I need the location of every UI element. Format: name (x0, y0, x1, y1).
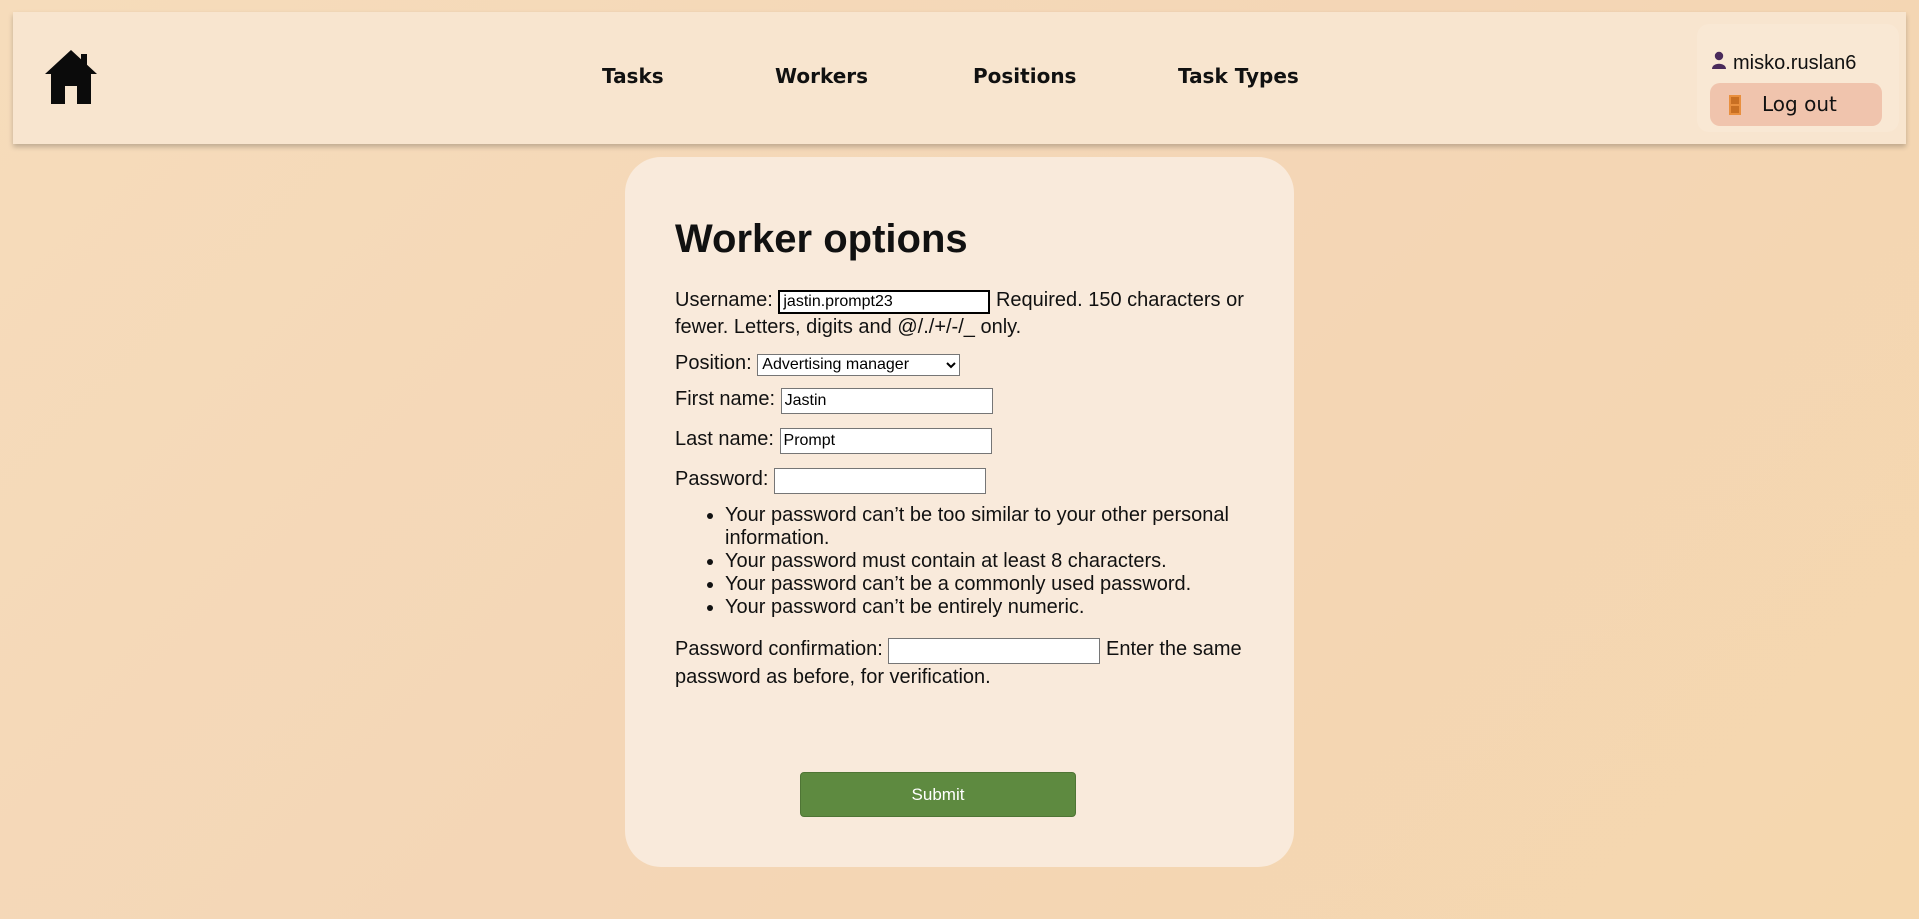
password-help-list: Your password can’t be too similar to yo… (675, 504, 1255, 619)
username-input[interactable] (778, 290, 991, 314)
username-row: Username: Required. 150 characters or fe… (675, 287, 1255, 340)
user-icon (1711, 51, 1727, 75)
last-name-input[interactable] (779, 428, 992, 454)
position-select[interactable]: Advertising manager (757, 353, 961, 376)
nav-task-types-link[interactable]: Task Types (1178, 64, 1299, 88)
password-confirmation-label: Password confirmation: (675, 638, 883, 660)
last-name-row: Last name: (675, 426, 1255, 454)
current-user: misko.ruslan6 (1711, 50, 1856, 76)
password-confirmation-input[interactable] (888, 638, 1101, 664)
password-help-item: Your password can’t be too similar to yo… (725, 504, 1255, 550)
username-label: Username: (675, 289, 773, 311)
password-help-item: Your password must contain at least 8 ch… (725, 550, 1255, 573)
logout-button[interactable]: Log out (1710, 83, 1882, 126)
nav-workers-link[interactable]: Workers (775, 64, 868, 88)
password-input[interactable] (773, 468, 986, 494)
last-name-label: Last name: (675, 428, 774, 450)
user-panel: misko.ruslan6 Log out (1697, 24, 1899, 132)
logout-label: Log out (1762, 92, 1837, 116)
worker-form: Username: Required. 150 characters or fe… (675, 287, 1255, 690)
home-icon[interactable] (43, 48, 99, 106)
username-label: misko.ruslan6 (1733, 51, 1857, 74)
nav-tasks-link[interactable]: Tasks (602, 64, 664, 88)
door-icon (1728, 94, 1742, 121)
nav-links: Tasks Workers Positions Task Types (13, 12, 1906, 144)
password-help-item: Your password can’t be entirely numeric. (725, 596, 1255, 619)
password-row: Password: (675, 466, 1255, 494)
first-name-input[interactable] (780, 388, 993, 414)
nav-positions-link[interactable]: Positions (973, 64, 1076, 88)
top-navbar: Tasks Workers Positions Task Types misko… (13, 12, 1906, 144)
position-label: Position: (675, 352, 752, 374)
first-name-row: First name: (675, 386, 1255, 414)
page-title: Worker options (675, 217, 968, 261)
submit-button[interactable]: Submit (800, 772, 1076, 817)
password-confirmation-row: Password confirmation: Enter the same pa… (675, 636, 1255, 690)
password-label: Password: (675, 468, 769, 490)
position-row: Position: Advertising manager (675, 350, 1255, 376)
first-name-label: First name: (675, 388, 776, 410)
password-help-item: Your password can’t be a commonly used p… (725, 573, 1255, 596)
worker-form-card: Worker options Username: Required. 150 c… (625, 157, 1294, 867)
